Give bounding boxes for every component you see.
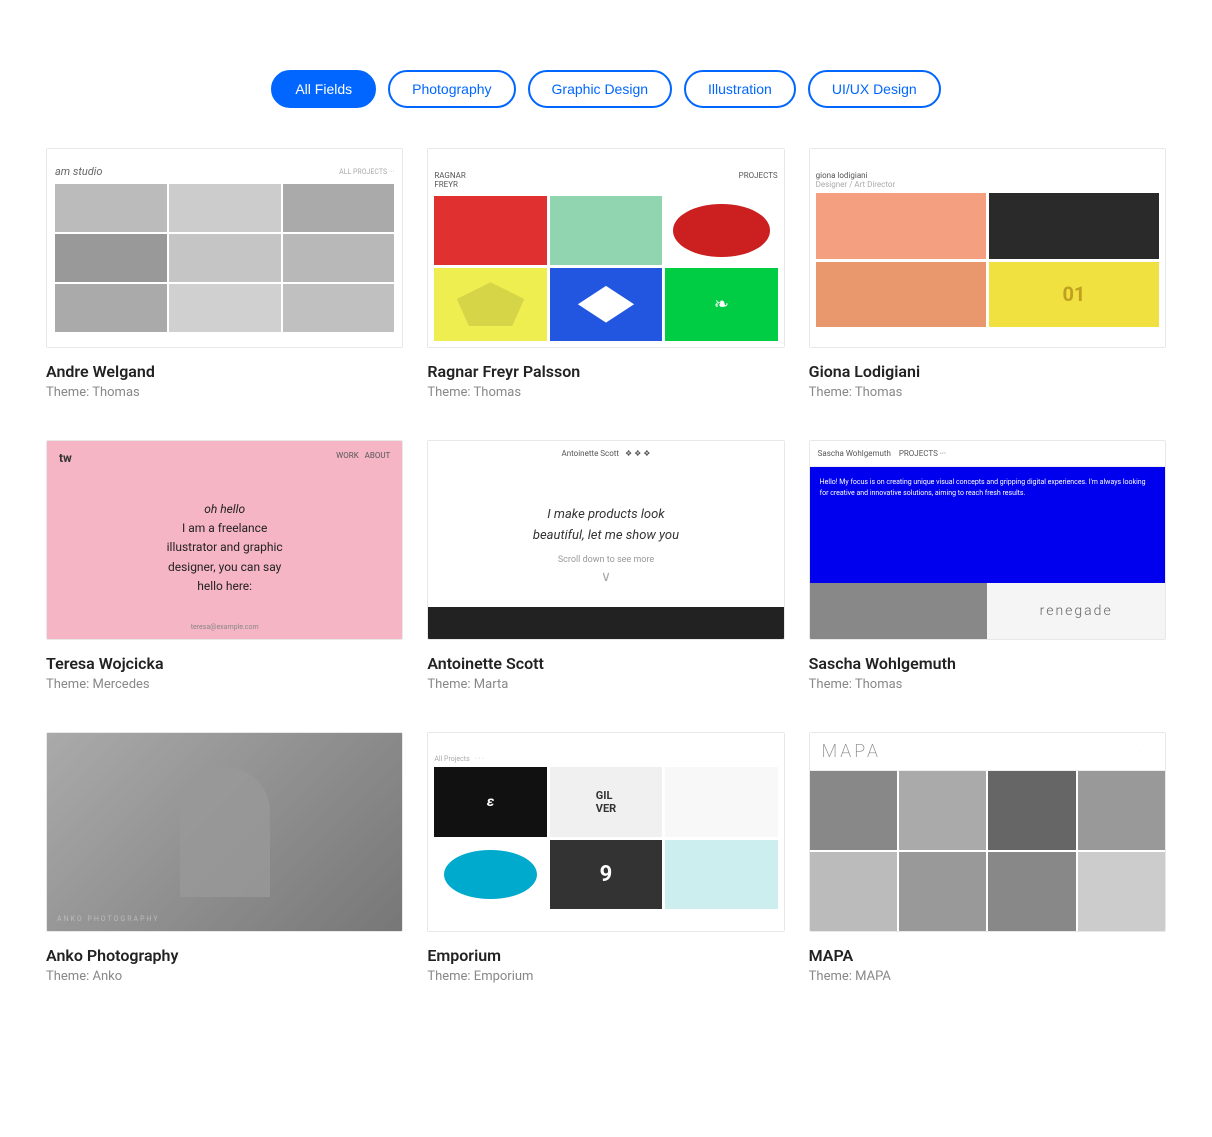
page-wrapper: All Fields Photography Graphic Design Illus… [36,20,1176,1004]
card-thumbnail[interactable]: ANKO PHOTOGRAPHY [46,732,403,932]
card-theme: Theme: Thomas [46,385,403,400]
card-thumbnail[interactable]: tw WORK ABOUT oh helloI am a freelanceil… [46,440,403,640]
card-thumbnail[interactable]: MAPA · · · [809,732,1166,932]
card-name: Andre Welgand [46,362,403,381]
card-thumbnail[interactable]: RAGNARFREYRPROJECTS ❧ [427,148,784,348]
filter-btn-photography[interactable]: Photography [388,70,515,108]
portfolio-card: tw WORK ABOUT oh helloI am a freelanceil… [46,440,403,692]
filter-btn-illustration[interactable]: Illustration [684,70,796,108]
card-thumbnail[interactable]: Antoinette Scott ❖ ❖ ❖ I make products l… [427,440,784,640]
filter-bar: All Fields Photography Graphic Design Illus… [46,70,1166,108]
card-name: MAPA [809,946,1166,965]
card-theme: Theme: Anko [46,969,403,984]
card-name: Emporium [427,946,784,965]
card-thumbnail[interactable]: All Projects · · · ε GILVER 9 [427,732,784,932]
card-theme: Theme: Thomas [427,385,784,400]
portfolio-card: Sascha Wohlgemuth PROJECTS ··· Hello! My… [809,440,1166,692]
card-theme: Theme: Thomas [809,385,1166,400]
card-name: Teresa Wojcicka [46,654,403,673]
portfolio-card: am studio ALL PROJECTS ··· And [46,148,403,400]
portfolio-card: giona lodigianiDesigner / Art Director 0… [809,148,1166,400]
filter-btn-ui/ux-design[interactable]: UI/UX Design [808,70,941,108]
card-thumbnail[interactable]: giona lodigianiDesigner / Art Director 0… [809,148,1166,348]
card-theme: Theme: MAPA [809,969,1166,984]
card-name: Giona Lodigiani [809,362,1166,381]
card-name: Antoinette Scott [427,654,784,673]
portfolio-card: RAGNARFREYRPROJECTS ❧ Ragnar Freyr Palss… [427,148,784,400]
card-name: Ragnar Freyr Palsson [427,362,784,381]
portfolio-card: All Projects · · · ε GILVER 9 Emporium Th… [427,732,784,984]
filter-btn-all-fields[interactable]: All Fields [271,70,376,108]
card-name: Sascha Wohlgemuth [809,654,1166,673]
card-theme: Theme: Mercedes [46,677,403,692]
card-thumbnail[interactable]: am studio ALL PROJECTS ··· [46,148,403,348]
filter-btn-graphic-design[interactable]: Graphic Design [528,70,673,108]
portfolio-card: Antoinette Scott ❖ ❖ ❖ I make products l… [427,440,784,692]
portfolio-grid: am studio ALL PROJECTS ··· And [46,148,1166,984]
card-thumbnail[interactable]: Sascha Wohlgemuth PROJECTS ··· Hello! My… [809,440,1166,640]
card-theme: Theme: Marta [427,677,784,692]
portfolio-card: ANKO PHOTOGRAPHY Anko Photography Theme: … [46,732,403,984]
portfolio-card: MAPA · · · MAPA Theme: MAPA [809,732,1166,984]
card-theme: Theme: Emporium [427,969,784,984]
card-name: Anko Photography [46,946,403,965]
card-theme: Theme: Thomas [809,677,1166,692]
